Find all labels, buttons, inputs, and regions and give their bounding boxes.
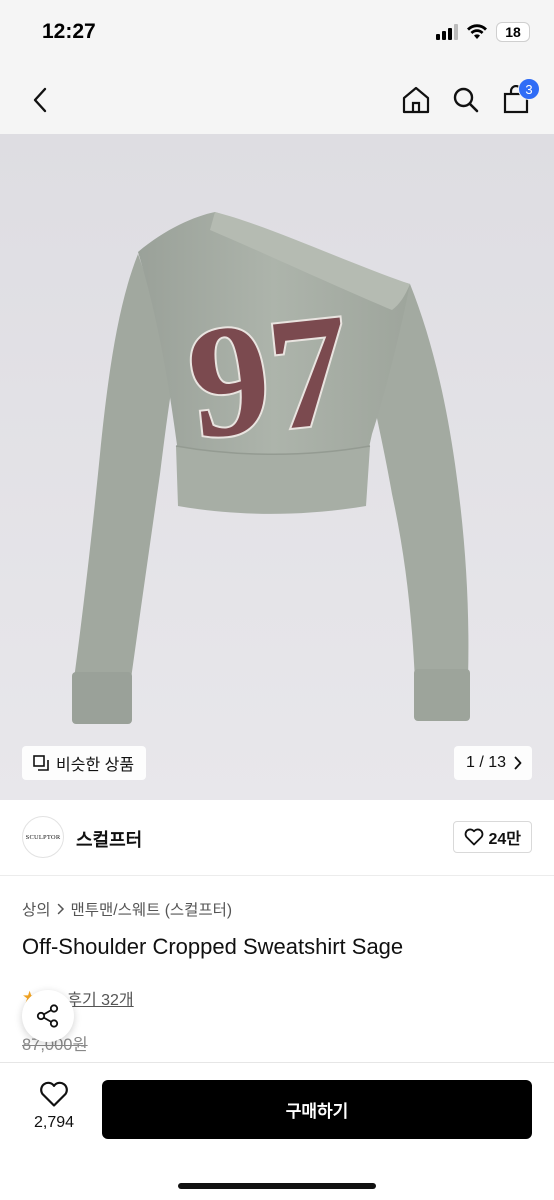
home-button[interactable] [398,80,434,120]
chevron-left-icon [33,87,47,113]
home-indicator [178,1183,376,1189]
review-link[interactable]: 후기 32개 [67,986,133,1010]
chevron-right-icon [57,903,64,915]
cart-count-badge: 3 [518,78,540,100]
signal-icon [436,24,458,40]
status-icons: 18 [436,22,530,42]
wishlist-button[interactable]: 2,794 [24,1081,84,1132]
nav-actions: 3 [398,78,540,120]
breadcrumb: 상의 맨투맨/스웨트 (스컬프터) [22,898,232,920]
brand-like-count: 24만 [488,831,521,848]
brand-name[interactable]: 스컬프터 [76,826,142,852]
product-image-gallery[interactable]: 97 비슷한 상품 1 / 13 [0,134,554,800]
product-title: Off-Shoulder Cropped Sweatshirt Sage [22,934,404,959]
bottom-action-bar: 2,794 구매하기 [0,1062,554,1200]
similar-items-icon [33,755,49,771]
wishlist-count: 2,794 [33,1114,75,1131]
search-icon [453,87,479,113]
back-button[interactable] [22,82,58,118]
breadcrumb-subcategory[interactable]: 맨투맨/스웨트 (스컬프터) [71,898,233,920]
image-counter: 1 / 13 [465,754,506,771]
search-button[interactable] [448,80,484,120]
status-bar: 12:27 18 [0,0,554,66]
share-button[interactable] [22,990,74,1042]
brand-like-button[interactable]: 24만 [453,821,532,853]
cart-button[interactable]: 3 [498,78,540,120]
buy-button[interactable]: 구매하기 [102,1080,532,1139]
similar-products-button[interactable]: 비슷한 상품 [22,746,147,780]
brand-row[interactable]: SCULPTOR 스컬프터 24만 [0,800,554,876]
similar-products-label: 비슷한 상품 [56,757,135,774]
battery-indicator: 18 [496,22,530,42]
wifi-icon [467,24,487,39]
heart-icon [465,828,484,846]
home-icon [402,86,430,114]
nav-bar: 3 [0,66,554,134]
status-time: 12:27 [42,20,96,43]
chevron-right-icon [514,756,522,770]
sweatshirt-image: 97 [72,212,470,724]
brand-logo[interactable]: SCULPTOR [22,816,64,858]
breadcrumb-category[interactable]: 상의 [22,898,51,920]
sweatshirt-print: 97 [180,279,358,473]
share-icon [36,1004,59,1028]
heart-icon [40,1081,68,1107]
image-counter-button[interactable]: 1 / 13 [453,746,532,780]
